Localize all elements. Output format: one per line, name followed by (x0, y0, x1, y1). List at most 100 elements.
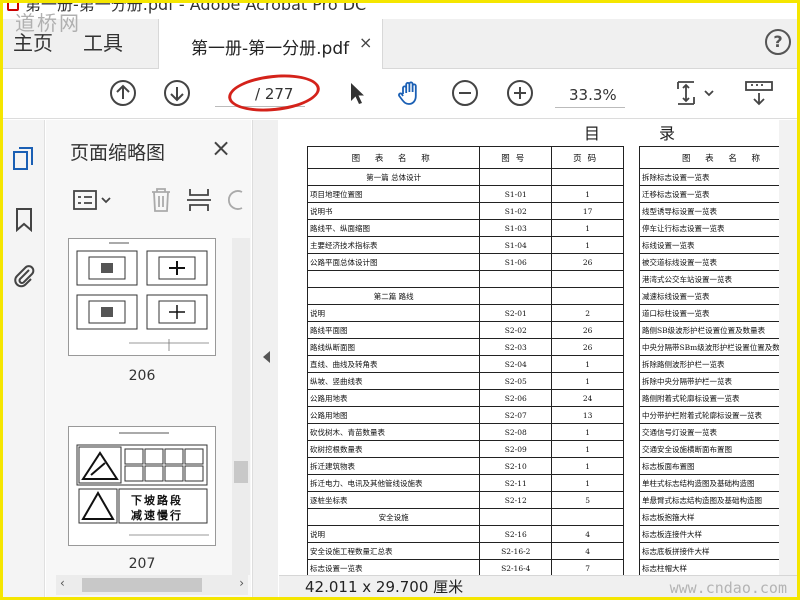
panel-collapse-bar[interactable] (252, 120, 278, 597)
tab-document[interactable]: 第一册-第一分册.pdf × (158, 19, 383, 69)
thumbnail-sign-text-2: 减速慢行 (131, 509, 183, 522)
page-thumbnails-icon[interactable] (11, 146, 37, 172)
table-cell (479, 287, 553, 305)
thumbnail-options-icon[interactable] (72, 188, 116, 214)
tab-tools[interactable]: 工具 (83, 27, 123, 56)
column-header: 图 表 名 称 (639, 146, 797, 169)
tab-bar: 主页 工具 第一册-第一分册.pdf × ? (3, 19, 797, 69)
table-row: 纵坡、竖曲线表 S2-05 1 (306, 372, 624, 390)
select-cursor-icon[interactable] (343, 79, 371, 107)
scroll-thumb[interactable] (82, 578, 202, 592)
table-cell: 路侧SB级波形护栏设置位置及数量表 (639, 321, 797, 339)
table-cell: 停车让行标志设置一览表 (639, 219, 797, 237)
table-cell: 标志设置一览表 (306, 559, 481, 577)
table-cell: 1 (551, 474, 624, 492)
table-cell (479, 168, 553, 186)
document-vertical-scrollbar[interactable] (779, 120, 797, 575)
watermark-logo: 道桥网 (15, 11, 81, 35)
scroll-left-icon[interactable]: ‹ (60, 576, 65, 590)
thumbnails-panel-title: 页面缩略图 (70, 142, 166, 164)
table-row: 公路用地图 S2-07 13 (306, 406, 624, 424)
close-panel-icon[interactable]: × (211, 134, 231, 162)
delete-page-icon[interactable] (148, 186, 174, 214)
table-cell: 主要经济技术指标表 (306, 236, 481, 254)
hand-tool-icon[interactable] (396, 79, 424, 107)
scroll-thumb[interactable] (234, 461, 248, 483)
table-row: 公路用地表 S2-06 24 (306, 389, 624, 407)
table-cell: 第二篇 路线 (306, 287, 481, 305)
toc-left-rows: 第一篇 总体设计 项目地理位置图 S1-01 1 说明书 S1-02 17 路线平、纵面缩图 S… (306, 168, 624, 577)
table-cell: S1-04 (479, 236, 553, 254)
thumbnail-page-207[interactable]: 下坡路段 减速慢行 (68, 426, 216, 546)
table-cell: 1 (551, 219, 624, 237)
table-cell: 拆除中央分隔带护栏一览表 (639, 372, 797, 390)
thumbnail-page-206[interactable] (68, 238, 216, 356)
zoom-in-icon[interactable] (506, 79, 534, 107)
attachment-icon[interactable] (11, 262, 37, 288)
help-icon[interactable]: ? (765, 29, 791, 55)
table-row: 说明 S2-16 4 (306, 525, 624, 543)
table-cell: 安全设施工程数量汇总表 (306, 542, 481, 560)
table-row: 港湾式公交车站设置一览表 (639, 270, 797, 288)
table-row: 路线纵断面图 S2-03 26 (306, 338, 624, 356)
table-cell: 线型诱导标设置一览表 (639, 202, 797, 220)
scroll-right-icon[interactable]: › (239, 576, 244, 590)
table-row: 说明书 S1-02 17 (306, 202, 624, 220)
read-mode-icon[interactable] (743, 79, 775, 107)
navigation-rail (3, 120, 45, 597)
table-cell: 单悬臂式标志结构造图及基础构造图 (639, 491, 797, 509)
main-toolbar: / 277 33.3% (3, 69, 797, 119)
thumbnail-sign-text-1: 下坡路段 (131, 494, 183, 507)
previous-page-icon[interactable] (109, 79, 137, 107)
thumbnails-toolbar (46, 180, 251, 224)
table-row: 迁移标志设置一览表 (639, 185, 797, 203)
table-cell: 1 (551, 372, 624, 390)
table-cell: 4 (551, 542, 624, 560)
table-cell (551, 508, 624, 526)
table-cell: S1-01 (479, 185, 553, 203)
table-row: 第二篇 路线 (306, 287, 624, 305)
table-cell: 说明 (306, 525, 481, 543)
zoom-out-icon[interactable] (451, 79, 479, 107)
thumbnails-horizontal-scrollbar[interactable]: ‹ › (56, 575, 248, 595)
insert-page-icon[interactable] (186, 186, 212, 214)
table-cell: 中分带护栏附着式轮廓标设置一览表 (639, 406, 797, 424)
table-cell: 港湾式公交车站设置一览表 (639, 270, 797, 288)
rotate-page-icon[interactable] (226, 186, 246, 214)
table-cell: S2-16 (479, 525, 553, 543)
table-cell: 标志底板拼接件大样 (639, 542, 797, 560)
toc-table-left: 图 表 名 称 图号 页码 第一篇 总体设计 项目地理位置图 S1-01 1 说明书 S1… (306, 146, 624, 577)
table-row: 拆除标志设置一览表 (639, 168, 797, 186)
table-cell: 道口标柱设置一览表 (639, 304, 797, 322)
table-cell (479, 508, 553, 526)
bookmark-icon[interactable] (11, 206, 37, 232)
table-cell: S2-01 (479, 304, 553, 322)
thumbnail-page-number: 206 (128, 368, 156, 384)
zoom-level-field[interactable]: 33.3% (555, 86, 625, 108)
table-cell: 26 (551, 338, 624, 356)
table-cell: 公路平面总体设计图 (306, 253, 481, 271)
close-tab-icon[interactable]: × (359, 33, 372, 52)
table-cell (551, 168, 624, 186)
table-row: 标志板面布置图 (639, 457, 797, 475)
thumbnails-panel: 页面缩略图 × 206 下坡路段 减速慢行 207 ‹ › (46, 120, 251, 597)
thumbnail-page-number: 207 (128, 556, 156, 572)
table-row: 道口标柱设置一览表 (639, 304, 797, 322)
table-row: 单柱式标志结构造图及基础构造图 (639, 474, 797, 492)
fit-page-icon[interactable] (675, 79, 719, 107)
table-cell: 1 (551, 185, 624, 203)
collapse-panel-icon[interactable] (261, 350, 271, 364)
table-cell (551, 287, 624, 305)
table-row: 路线平、纵面缩图 S1-03 1 (306, 219, 624, 237)
document-view[interactable]: 目 录 图 表 名 称 图号 页码 第一篇 总体设计 项目地理位置图 S1-01 1 说… (279, 120, 797, 580)
table-row: 逐桩坐标表 S2-12 5 (306, 491, 624, 509)
window-title-bar: 第一册-第一分册.pdf - Adobe Acrobat Pro DC (3, 3, 797, 14)
thumbnails-vertical-scrollbar[interactable] (232, 238, 250, 575)
next-page-icon[interactable] (163, 79, 191, 107)
table-cell (551, 270, 624, 288)
table-cell: 5 (551, 491, 624, 509)
table-cell: 26 (551, 321, 624, 339)
table-cell: 交通信号灯设置一览表 (639, 423, 797, 441)
table-cell: 24 (551, 389, 624, 407)
table-row: 公路平面总体设计图 S1-06 26 (306, 253, 624, 271)
